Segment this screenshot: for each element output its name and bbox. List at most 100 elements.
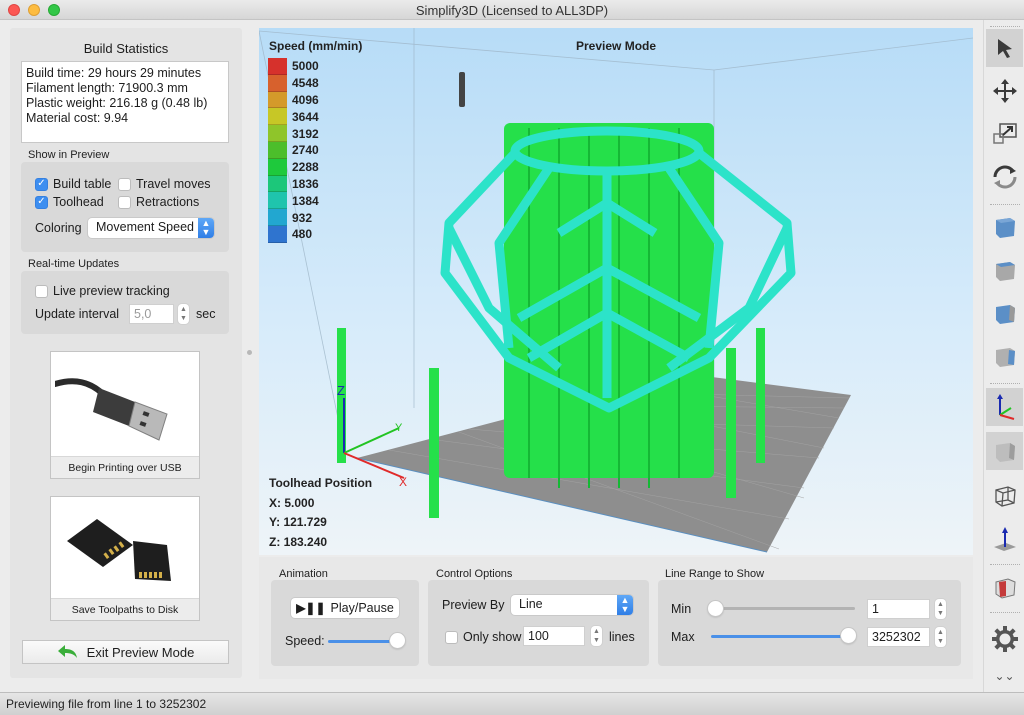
coloring-select[interactable]: Movement Speed ▲ ▼ <box>88 218 214 238</box>
play-pause-button[interactable]: ▶❚❚ Play/Pause <box>291 598 399 618</box>
min-label: Min <box>671 602 692 616</box>
stat-build-time: Build time: 29 hours 29 minutes <box>26 66 202 80</box>
view-right-button[interactable] <box>986 337 1023 375</box>
legend-value: 480 <box>292 227 313 242</box>
toolhead-checkbox[interactable]: ✓ Toolhead <box>35 195 104 209</box>
speed-slider-track[interactable] <box>328 640 398 643</box>
legend-swatch <box>268 108 287 126</box>
preview-viewport[interactable]: Z Y X Speed (mm/min) 5000 4548 4096 3644… <box>259 28 973 555</box>
max-slider-knob[interactable] <box>841 628 856 643</box>
toolhead-marker <box>459 72 465 107</box>
toolhead-position: Toolhead Position X: 5.000 Y: 121.729 Z:… <box>269 474 372 552</box>
settings-button[interactable] <box>986 620 1023 658</box>
legend-value: 3192 <box>292 126 319 141</box>
animation-title: Animation <box>279 568 328 580</box>
legend-swatch <box>268 175 287 193</box>
wireframe-cube-icon <box>994 486 1016 507</box>
legend-entry: 1384 <box>268 192 319 210</box>
preview-by-label: Preview By <box>442 598 505 612</box>
gear-icon <box>991 626 1018 652</box>
retractions-checkbox[interactable]: Retractions <box>118 195 199 209</box>
view-toolbar: ⌄⌄ <box>983 20 1024 692</box>
only-show-lines-stepper[interactable]: ▲ ▼ <box>591 626 602 646</box>
min-slider-knob[interactable] <box>708 601 723 616</box>
control-options-title: Control Options <box>436 568 513 580</box>
legend-entry: 2740 <box>268 141 319 159</box>
speed-legend: 5000 4548 4096 3644 3192 2740 2288 1836 … <box>268 58 319 243</box>
max-line-stepper[interactable]: ▲ ▼ <box>935 627 946 647</box>
min-line-stepper[interactable]: ▲ ▼ <box>935 599 946 619</box>
only-show-label: Only show <box>463 630 522 644</box>
exit-preview-mode-button[interactable]: Exit Preview Mode <box>22 640 229 664</box>
z-axis-label: Z <box>337 383 345 398</box>
checkmark-icon: ✓ <box>35 177 48 191</box>
panel-splitter-handle[interactable] <box>247 350 252 355</box>
toolhead-y: Y: 121.729 <box>269 515 327 529</box>
line-range-title: Line Range to Show <box>665 568 765 580</box>
live-preview-tracking-checkbox[interactable]: Live preview tracking <box>35 284 170 298</box>
status-bar: Previewing file from line 1 to 3252302 <box>0 692 1024 715</box>
cursor-arrow-icon <box>997 39 1012 58</box>
cross-section-button[interactable] <box>986 568 1023 606</box>
legend-entry: 932 <box>268 209 319 226</box>
max-slider-track[interactable] <box>711 635 851 638</box>
legend-swatch <box>268 125 287 142</box>
preview-by-select[interactable]: Line ▲ ▼ <box>511 595 633 615</box>
updown-chevron-icon: ▲ ▼ <box>198 218 214 238</box>
update-interval-unit: sec <box>196 307 216 321</box>
legend-value: 1836 <box>292 176 319 191</box>
cross-section-icon <box>995 578 1016 599</box>
show-axes-button[interactable] <box>986 388 1023 426</box>
legend-swatch <box>268 209 287 226</box>
build-table-checkbox[interactable]: ✓ Build table <box>35 177 111 191</box>
update-interval-stepper[interactable]: ▲ ▼ <box>178 304 189 324</box>
title-bar: Simplify3D (Licensed to ALL3DP) <box>0 0 1024 20</box>
lines-label: lines <box>609 630 635 644</box>
legend-value: 5000 <box>292 59 319 74</box>
speed-slider-knob[interactable] <box>390 633 405 648</box>
scale-icon <box>992 123 1017 144</box>
usb-button-label: Begin Printing over USB <box>51 456 199 478</box>
only-show-checkbox[interactable]: Only show <box>445 630 521 644</box>
select-tool-button[interactable] <box>986 29 1023 67</box>
scale-tool-button[interactable] <box>986 115 1023 153</box>
more-tools-button[interactable]: ⌄⌄ <box>986 665 1023 687</box>
realtime-updates-group: Live preview tracking Update interval 5,… <box>21 271 229 334</box>
cube-front-view-icon <box>995 262 1015 281</box>
save-toolpaths-disk-button[interactable]: Save Toolpaths to Disk <box>50 496 200 621</box>
begin-printing-usb-button[interactable]: Begin Printing over USB <box>50 351 200 479</box>
sd-button-label: Save Toolpaths to Disk <box>51 598 199 620</box>
checkmark-icon: ✓ <box>35 195 48 209</box>
legend-swatch <box>268 74 287 92</box>
travel-moves-checkbox[interactable]: Travel moves <box>118 177 211 191</box>
legend-swatch <box>268 192 287 210</box>
toolhead-z: Z: 183.240 <box>269 534 328 549</box>
legend-entry: 2288 <box>268 158 319 176</box>
play-pause-label: Play/Pause <box>330 601 394 615</box>
exit-preview-mode-label: Exit Preview Mode <box>86 644 195 660</box>
preview-mode-title: Preview Mode <box>576 39 657 53</box>
wireframe-view-button[interactable] <box>986 476 1023 514</box>
build-direction-button[interactable] <box>986 520 1023 558</box>
toolhead-position-title: Toolhead Position <box>269 476 373 490</box>
show-in-preview-group: ✓ Build table Travel moves ✓ Toolhead Re… <box>21 162 229 252</box>
legend-entry: 3644 <box>268 108 319 126</box>
rotate-tool-button[interactable] <box>986 158 1023 196</box>
view-top-button[interactable] <box>986 208 1023 246</box>
show-in-preview-title: Show in Preview <box>28 149 110 161</box>
max-line-input[interactable]: 3252302 <box>867 627 930 647</box>
only-show-lines-input[interactable]: 100 <box>523 626 585 646</box>
min-slider-track[interactable] <box>713 607 855 610</box>
coloring-value: Movement Speed <box>96 220 194 234</box>
control-options-group: Preview By Line ▲ ▼ Only show 100 ▲ ▼ line… <box>428 580 649 666</box>
min-line-input[interactable]: 1 <box>867 599 930 619</box>
speed-label: Speed: <box>285 634 325 648</box>
axes-icon <box>996 394 1014 420</box>
solid-view-button[interactable] <box>986 432 1023 470</box>
build-statistics-title: Build Statistics <box>83 41 169 56</box>
view-side-button[interactable] <box>986 294 1023 332</box>
move-tool-button[interactable] <box>986 72 1023 110</box>
view-front-button[interactable] <box>986 251 1023 289</box>
play-pause-icon: ▶❚❚ <box>296 601 326 615</box>
update-interval-input[interactable]: 5,0 <box>129 304 174 324</box>
